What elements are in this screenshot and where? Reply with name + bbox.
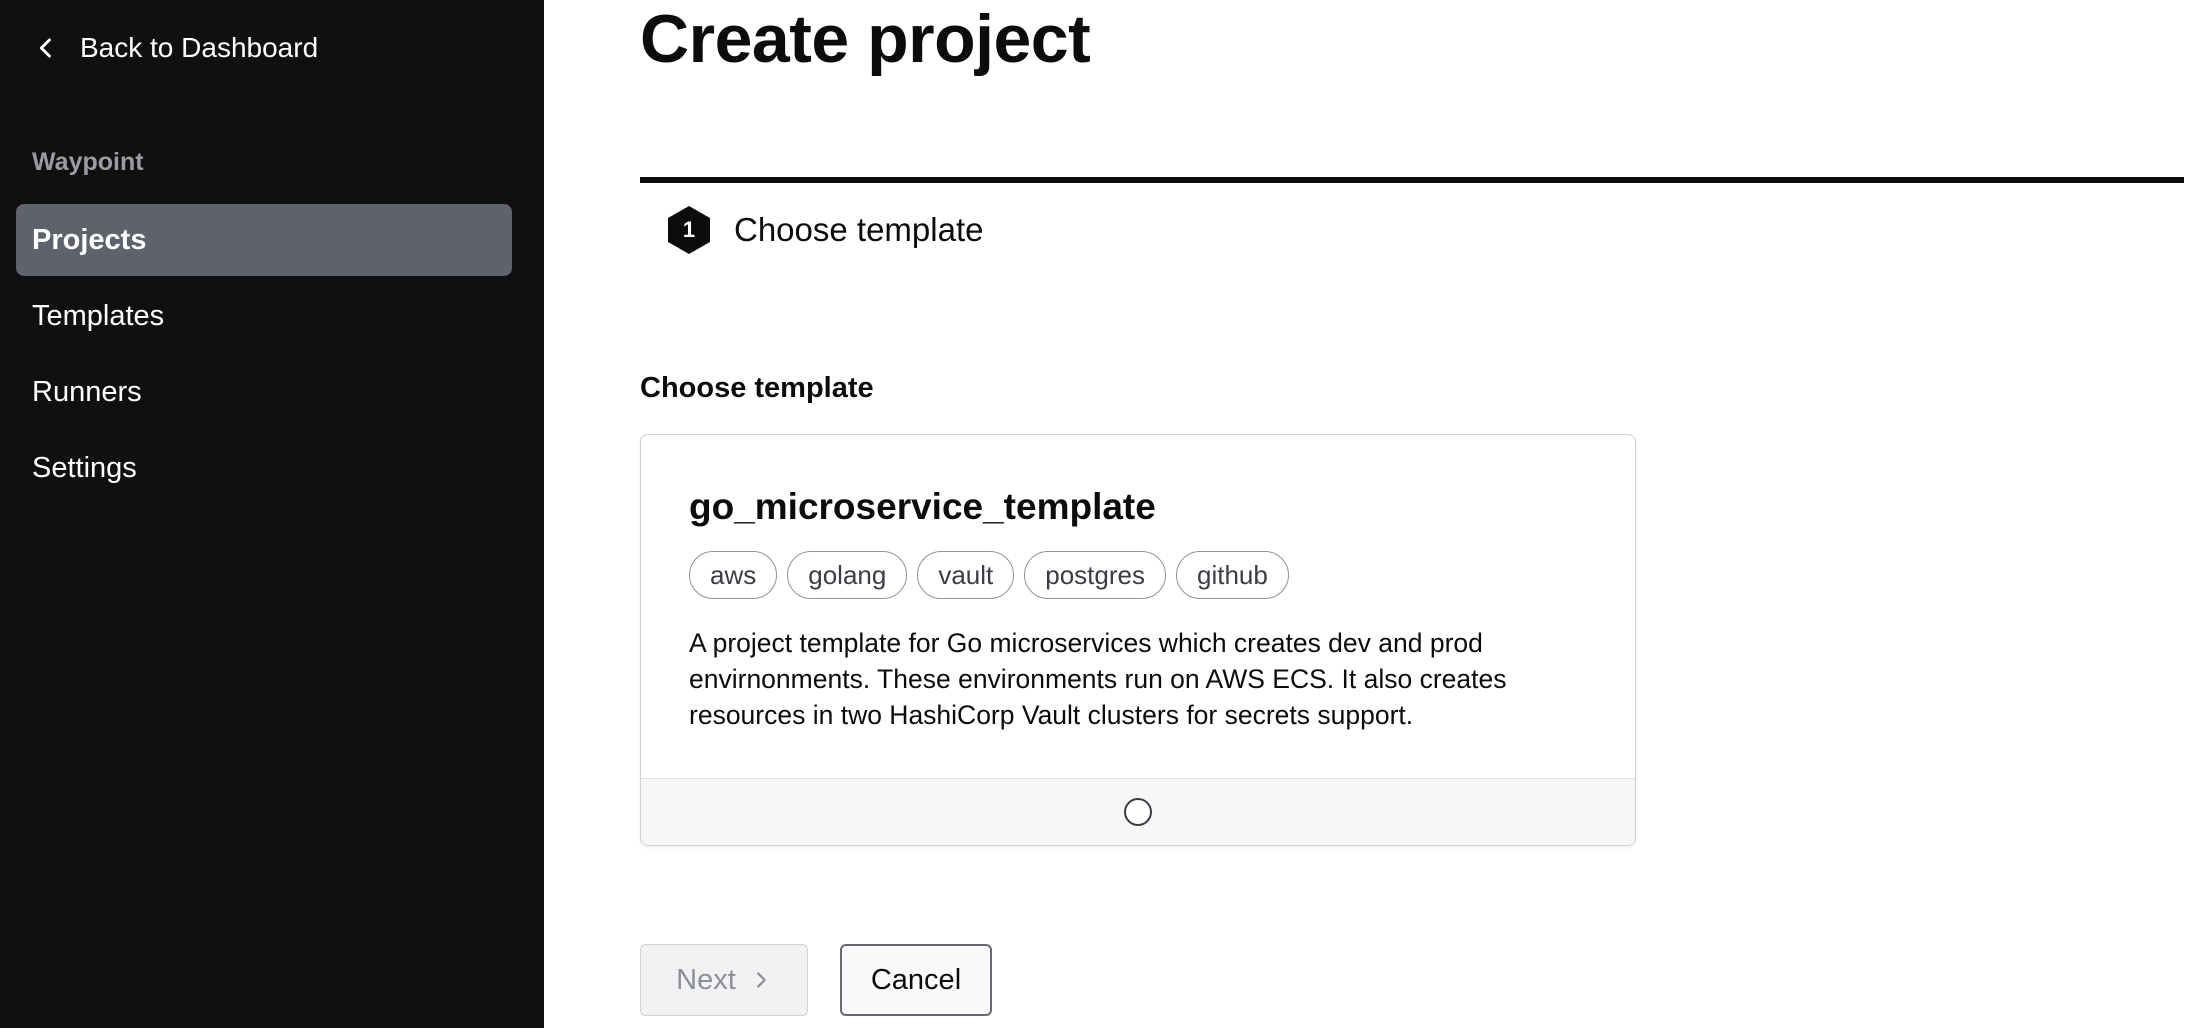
page-title: Create project	[640, 1, 1091, 77]
template-select-radio[interactable]	[1124, 798, 1152, 826]
next-button[interactable]: Next	[640, 944, 808, 1016]
sidebar-item-runners[interactable]: Runners	[16, 356, 512, 428]
tag: github	[1175, 551, 1289, 599]
tag: postgres	[1024, 551, 1166, 599]
tag: aws	[689, 551, 778, 599]
sidebar-item-projects[interactable]: Projects	[16, 204, 512, 276]
template-title: go_microservice_template	[689, 486, 1156, 527]
sidebar-section-label: Waypoint	[32, 148, 144, 176]
template-tags: aws golang vault postgres github	[689, 551, 1587, 599]
step-choose-template: 1 Choose template	[666, 205, 983, 255]
sidebar: Back to Dashboard Waypoint Projects Temp…	[0, 0, 544, 1028]
step-number: 1	[682, 217, 696, 242]
cancel-button[interactable]: Cancel	[840, 944, 992, 1016]
main-content: Create project 1 Choose template Choose …	[544, 0, 2200, 1028]
tag: vault	[917, 551, 1015, 599]
chevron-left-icon	[39, 38, 51, 58]
section-heading: Choose template	[640, 372, 874, 404]
hexagon-step-icon: 1	[666, 205, 712, 255]
back-to-dashboard-label: Back to Dashboard	[80, 32, 319, 63]
template-card[interactable]: go_microservice_template aws golang vaul…	[640, 434, 1636, 846]
sidebar-nav: Projects Templates Runners Settings	[16, 204, 512, 508]
template-card-footer	[641, 778, 1635, 845]
step-label: Choose template	[734, 211, 984, 248]
sidebar-item-templates[interactable]: Templates	[16, 280, 512, 352]
tag: golang	[787, 551, 908, 599]
chevron-right-icon	[756, 972, 766, 988]
next-button-label: Next	[676, 963, 736, 996]
template-description: A project template for Go microservices …	[689, 628, 1507, 730]
stepper: 1 Choose template	[640, 177, 2184, 254]
back-to-dashboard-link[interactable]: Back to Dashboard	[32, 24, 318, 72]
sidebar-item-settings[interactable]: Settings	[16, 432, 512, 504]
template-card-body: go_microservice_template aws golang vaul…	[641, 435, 1635, 733]
